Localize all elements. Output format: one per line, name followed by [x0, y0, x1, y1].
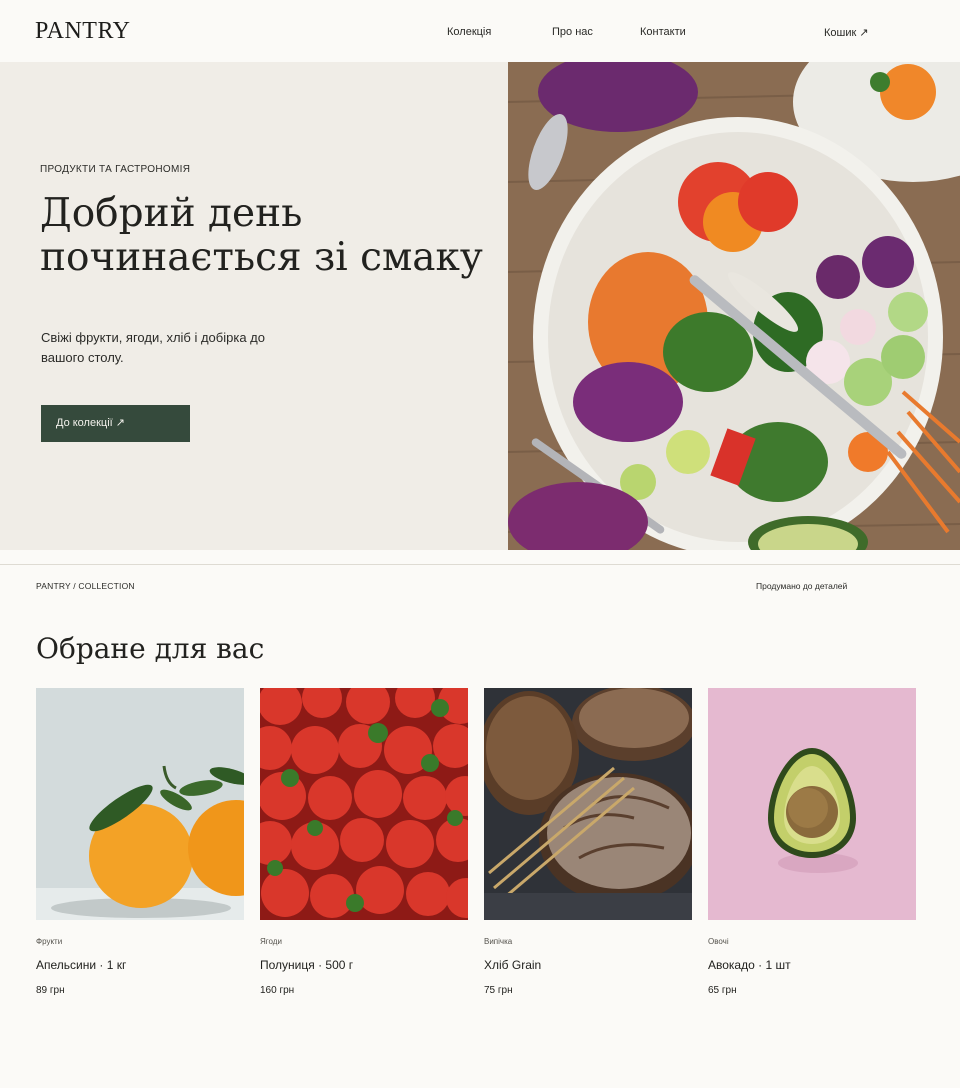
product-card-bread[interactable]: Випічка Хліб Grain 75 грн	[484, 688, 692, 1008]
product-name[interactable]: Полуниця · 500 г	[260, 958, 353, 972]
collection-cta-button[interactable]: До колекції ↗	[41, 405, 190, 442]
product-price: 75 грн	[484, 985, 513, 996]
hero-title-line-1: Добрий день	[40, 191, 303, 236]
section-title: Обране для вас	[36, 632, 265, 665]
product-name[interactable]: Апельсини · 1 кг	[36, 958, 126, 972]
product-category: Ягоди	[260, 937, 282, 946]
nav-link-contacts[interactable]: Контакти	[640, 26, 686, 38]
salad-bowl-photo	[508, 62, 960, 550]
product-category: Овочі	[708, 937, 729, 946]
oranges-photo[interactable]	[36, 688, 244, 920]
bread-photo[interactable]	[484, 688, 692, 920]
product-name[interactable]: Авокадо · 1 шт	[708, 958, 791, 972]
site-header: PANTRY Колекція Про нас Контакти Кошик ↗	[0, 0, 960, 62]
nav-link-about[interactable]: Про нас	[552, 26, 593, 38]
hero-description: Свіжі фрукти, ягоди, хліб і добірка до в…	[41, 330, 265, 365]
cart-link[interactable]: Кошик ↗	[824, 26, 869, 39]
logo[interactable]: PANTRY	[35, 18, 130, 45]
hero-text-panel: ПРОДУКТИ ТА ГАСТРОНОМІЯ Добрий день почи…	[0, 62, 508, 550]
product-card-oranges[interactable]: Фрукти Апельсини · 1 кг 89 грн	[36, 688, 244, 1008]
product-price: 65 грн	[708, 985, 737, 996]
nav-link-collection[interactable]: Колекція	[447, 26, 491, 38]
strawberries-photo[interactable]	[260, 688, 468, 920]
collection-tagline: Продумано до деталей	[756, 581, 848, 591]
product-name[interactable]: Хліб Grain	[484, 958, 541, 972]
breadcrumb[interactable]: PANTRY / COLLECTION	[36, 581, 135, 591]
product-card-strawberries[interactable]: Ягоди Полуниця · 500 г 160 грн	[260, 688, 468, 1008]
hero-title: Добрий день починається зі смаку	[40, 192, 510, 280]
hero-section: ПРОДУКТИ ТА ГАСТРОНОМІЯ Добрий день почи…	[0, 62, 960, 550]
product-price: 160 грн	[260, 985, 295, 996]
product-card-avocado[interactable]: Овочі Авокадо · 1 шт 65 грн	[708, 688, 916, 1008]
product-category: Фрукти	[36, 937, 63, 946]
hero-title-line-2: починається зі смаку	[40, 235, 483, 280]
section-divider	[0, 564, 960, 565]
hero-eyebrow: ПРОДУКТИ ТА ГАСТРОНОМІЯ	[40, 164, 191, 175]
product-category: Випічка	[484, 937, 513, 946]
avocado-photo[interactable]	[708, 688, 916, 920]
product-price: 89 грн	[36, 985, 65, 996]
